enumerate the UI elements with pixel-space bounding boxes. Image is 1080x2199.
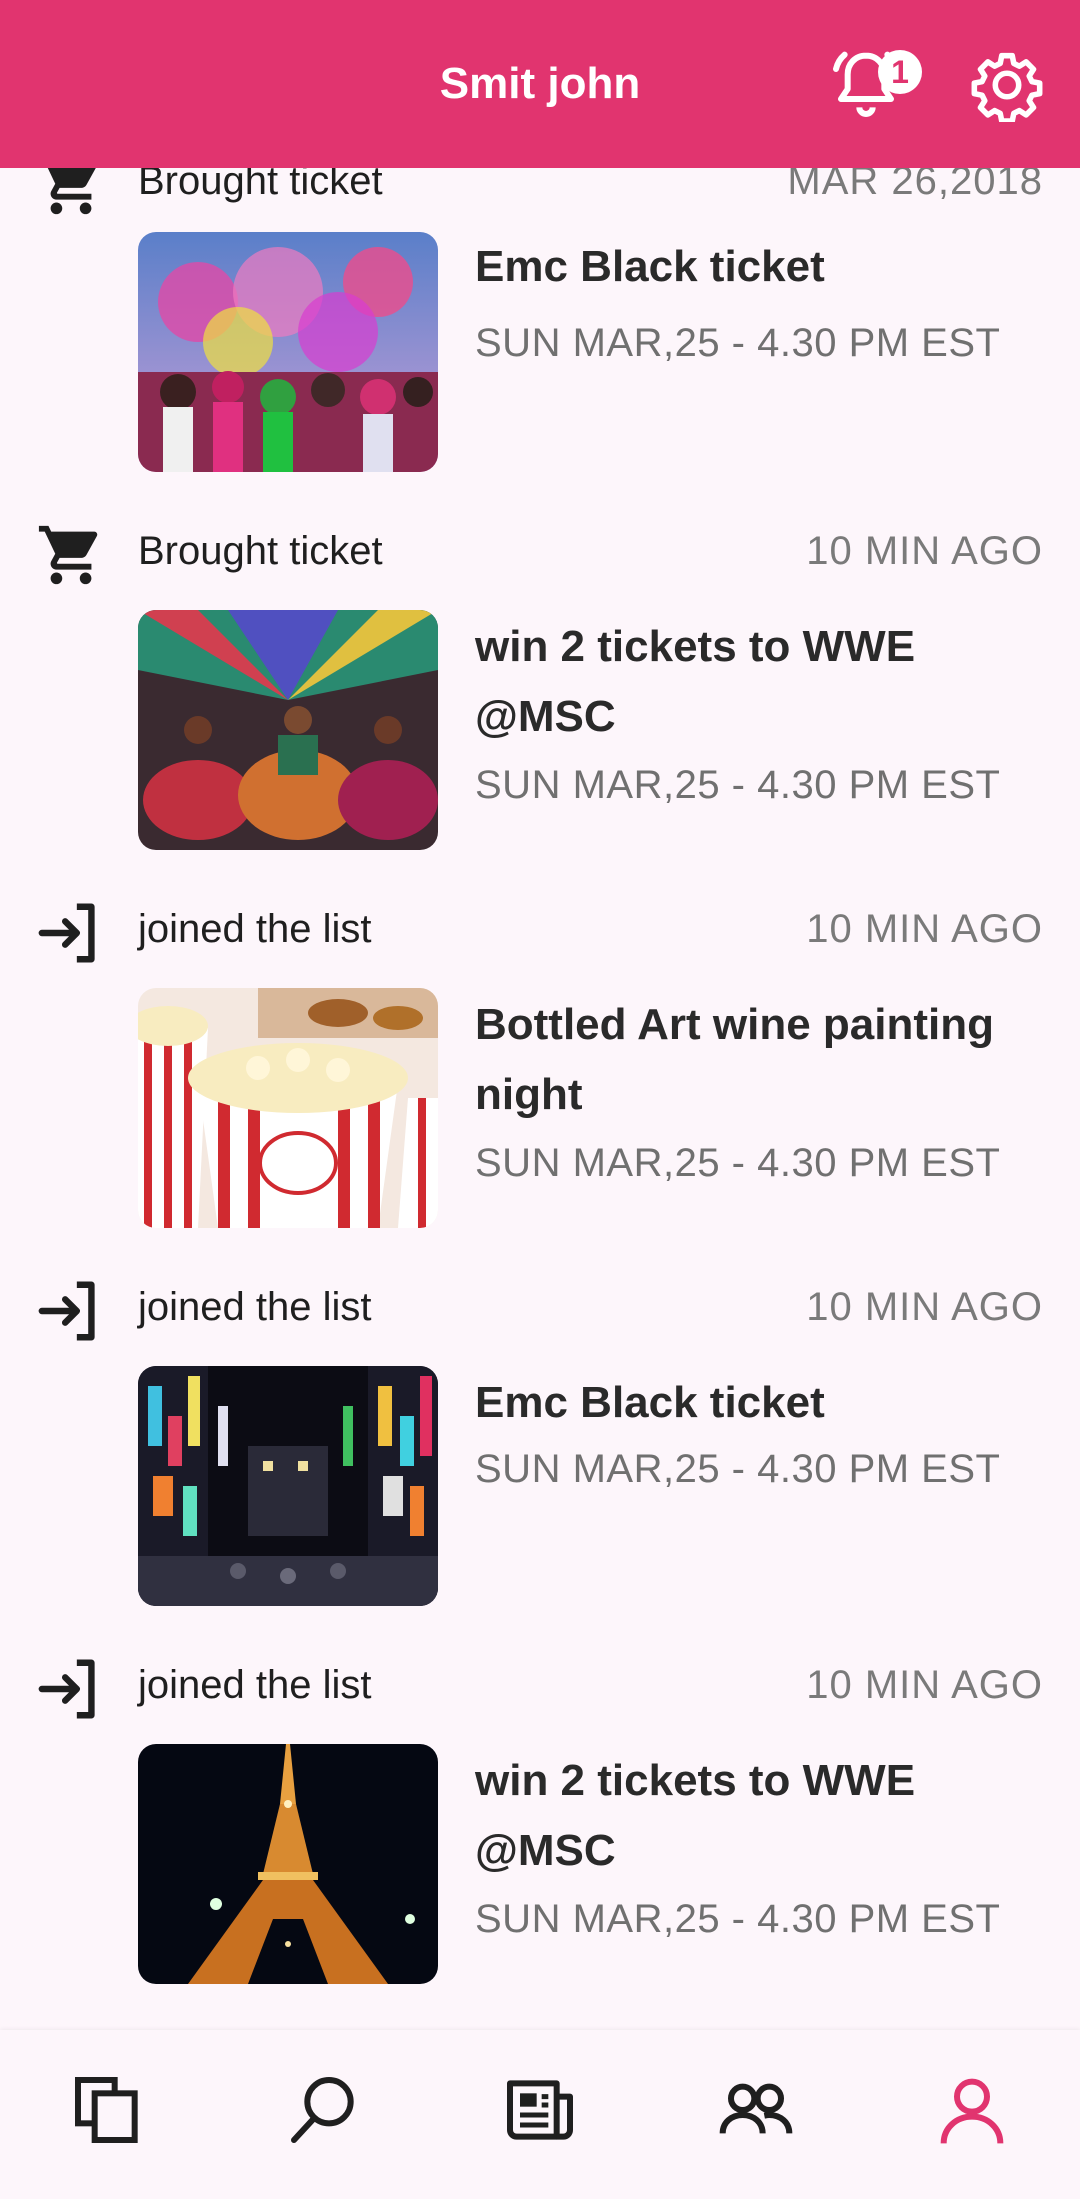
night-city-street-image[interactable] xyxy=(138,1366,438,1606)
popcorn-boxes-image[interactable] xyxy=(138,988,438,1228)
activity-feed[interactable]: Brought ticket MAR 26,2018 Emc Black tic… xyxy=(0,0,1080,2030)
notifications-button[interactable]: 1 xyxy=(826,44,922,124)
feed-item[interactable]: joined the list 10 MIN AGO Bottled Art w… xyxy=(0,898,1080,1258)
event-title[interactable]: win 2 tickets to WWE @MSC xyxy=(475,1746,1055,1886)
activity-time: 10 MIN AGO xyxy=(806,907,1043,951)
feed-item[interactable]: Brought ticket MAR 26,2018 Emc Black tic… xyxy=(0,150,1080,510)
activity-action: joined the list xyxy=(138,907,372,951)
event-title[interactable]: win 2 tickets to WWE @MSC xyxy=(475,612,1055,752)
event-date: SUN MAR,25 - 4.30 PM EST xyxy=(475,1141,1001,1185)
nav-search-button[interactable] xyxy=(284,2070,364,2150)
event-date: SUN MAR,25 - 4.30 PM EST xyxy=(475,1897,1001,1941)
eiffel-tower-night-image[interactable] xyxy=(138,1744,438,1984)
event-date: SUN MAR,25 - 4.30 PM EST xyxy=(475,1447,1001,1491)
copy-pages-icon xyxy=(75,2077,138,2143)
login-arrow-icon xyxy=(38,903,95,963)
feed-item[interactable]: Brought ticket 10 MIN AGO win 2 tickets … xyxy=(0,520,1080,880)
app-bar: Smit john 1 xyxy=(0,0,1080,168)
nav-people-button[interactable] xyxy=(716,2070,796,2150)
newspaper-icon xyxy=(507,2080,573,2140)
profile-icon xyxy=(940,2078,1004,2144)
activity-action: joined the list xyxy=(138,1663,372,1707)
activity-action: Brought ticket xyxy=(138,529,383,573)
event-title[interactable]: Emc Black ticket xyxy=(475,232,1055,302)
activity-action: joined the list xyxy=(138,1285,372,1329)
event-title[interactable]: Bottled Art wine painting night xyxy=(475,990,1055,1130)
garba-dancers-image[interactable] xyxy=(138,610,438,850)
activity-time: 10 MIN AGO xyxy=(806,529,1043,573)
bottom-navigation xyxy=(0,2030,1080,2199)
gear-icon xyxy=(971,52,1043,124)
search-icon xyxy=(291,2077,354,2143)
nav-profile-button[interactable] xyxy=(932,2070,1012,2150)
nav-news-button[interactable] xyxy=(500,2070,580,2150)
holi-festival-crowd-image[interactable] xyxy=(138,232,438,472)
settings-button[interactable] xyxy=(970,48,1044,124)
feed-item[interactable]: joined the list 10 MIN AGO Emc Black tic… xyxy=(0,1276,1080,1636)
cart-icon xyxy=(38,525,98,585)
event-title[interactable]: Emc Black ticket xyxy=(475,1368,1055,1438)
activity-time: 10 MIN AGO xyxy=(806,1663,1043,1707)
event-date: SUN MAR,25 - 4.30 PM EST xyxy=(475,321,1001,365)
activity-time: 10 MIN AGO xyxy=(806,1285,1043,1329)
login-arrow-icon xyxy=(38,1281,95,1341)
nav-pages-button[interactable] xyxy=(68,2070,148,2150)
notification-count-badge: 1 xyxy=(878,50,922,94)
event-date: SUN MAR,25 - 4.30 PM EST xyxy=(475,763,1001,807)
people-icon xyxy=(719,2083,793,2134)
feed-item[interactable]: joined the list 10 MIN AGO win 2 tickets… xyxy=(0,1654,1080,2014)
login-arrow-icon xyxy=(38,1659,95,1719)
